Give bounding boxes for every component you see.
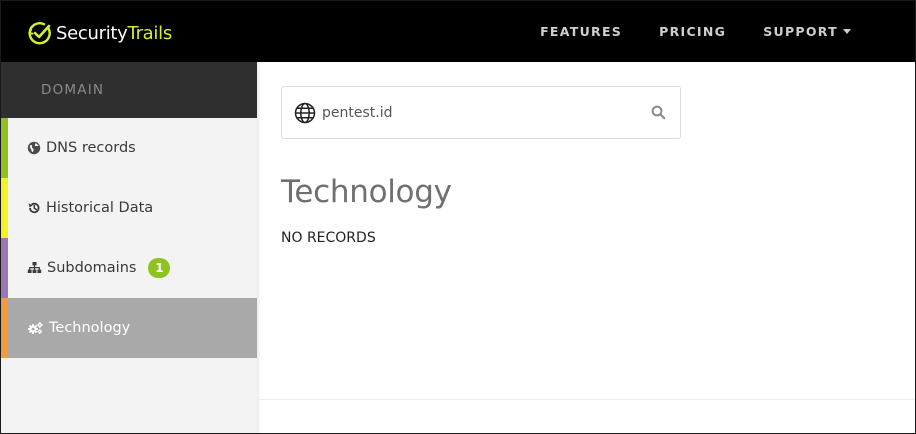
sidebar-item-label: DNS records	[46, 140, 136, 156]
domain-search-box[interactable]	[281, 86, 681, 139]
sidebar-item-historical-data[interactable]: Historical Data	[1, 178, 257, 238]
sidebar-item-label: Historical Data	[46, 200, 154, 216]
nav-features-label: FEATURES	[540, 24, 623, 39]
sidebar-accent-bar	[1, 298, 8, 358]
nav-links: FEATURES PRICING SUPPORT	[503, 1, 851, 62]
brand-name-part2: Trails	[127, 22, 173, 44]
empty-state-message: NO RECORDS	[281, 230, 376, 246]
sidebar-item-label: Technology	[49, 320, 131, 336]
nav-support-label: SUPPORT	[763, 24, 838, 39]
main-content: Technology NO RECORDS	[257, 62, 915, 433]
sidebar-accent-bar	[1, 118, 8, 178]
domain-search-input[interactable]	[322, 100, 632, 126]
brand-logo[interactable]: SecurityTrails	[27, 19, 172, 47]
top-navbar: SecurityTrails FEATURES PRICING SUPPORT	[1, 1, 915, 62]
sidebar-item-dns-records[interactable]: DNS records	[1, 118, 257, 178]
nav-pricing-link[interactable]: PRICING	[659, 24, 726, 39]
brand-name-part1: Security	[56, 22, 128, 44]
nav-features-link[interactable]: FEATURES	[540, 24, 622, 39]
brand-name: SecurityTrails	[56, 23, 172, 44]
sidebar-item-subdomains[interactable]: Subdomains 1	[1, 238, 257, 298]
sidebar: DOMAIN DNS records Historical Data Subdo…	[1, 62, 257, 433]
sidebar-item-technology[interactable]: Technology	[1, 298, 257, 358]
checkmark-circle-icon	[28, 22, 51, 45]
gears-icon	[28, 322, 43, 334]
search-icon[interactable]	[651, 105, 666, 120]
sidebar-accent-bar	[1, 178, 8, 238]
sidebar-accent-bar	[1, 238, 8, 298]
sidebar-header: DOMAIN	[1, 62, 257, 118]
nav-pricing-label: PRICING	[659, 24, 727, 39]
nav-support-dropdown[interactable]: SUPPORT	[763, 24, 851, 39]
footer-divider	[257, 399, 915, 400]
app-frame: SecurityTrails FEATURES PRICING SUPPORT …	[0, 0, 916, 434]
sitemap-icon	[27, 262, 42, 273]
history-icon	[28, 202, 40, 214]
globe-icon	[27, 141, 41, 155]
globe-icon	[294, 102, 316, 124]
subdomains-count-badge: 1	[148, 258, 171, 278]
sidebar-item-label: Subdomains	[47, 260, 137, 276]
page-title: Technology	[281, 174, 452, 210]
caret-down-icon	[843, 29, 851, 34]
